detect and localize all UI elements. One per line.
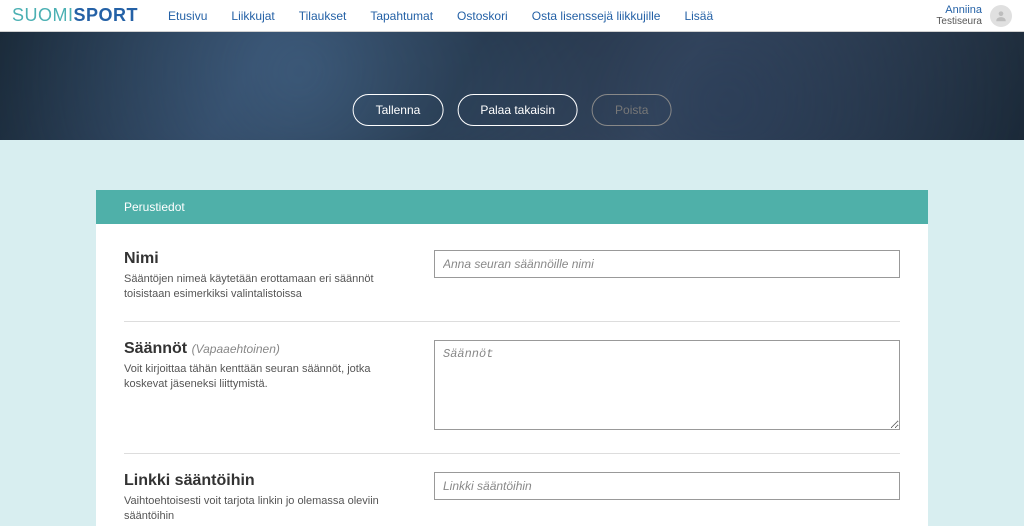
back-button[interactable]: Palaa takaisin [457,94,578,126]
field-row-link: Linkki sääntöihin Vaihtoehtoisesti voit … [124,454,900,526]
link-label: Linkki sääntöihin [124,472,404,490]
user-name: Anniina [936,4,982,16]
nav-orders[interactable]: Tilaukset [299,9,347,23]
user-org: Testiseura [936,16,982,27]
section-header: Perustiedot [96,190,928,224]
save-button[interactable]: Tallenna [353,94,444,126]
nav-home[interactable]: Etusivu [168,9,207,23]
name-input[interactable] [434,250,900,278]
link-help: Vaihtoehtoisesti voit tarjota linkin jo … [124,494,404,525]
rules-label: Säännöt (Vapaaehtoinen) [124,340,404,358]
name-label: Nimi [124,250,404,268]
nav-buy-licenses[interactable]: Osta lisenssejä liikkujille [532,9,661,23]
brand-logo[interactable]: SUOMISPORT [12,5,138,26]
rules-textarea[interactable] [434,340,900,430]
rules-optional-tag: (Vapaaehtoinen) [192,342,280,356]
nav-cart[interactable]: Ostoskori [457,9,508,23]
hero-banner: Tallenna Palaa takaisin Poista [0,32,1024,140]
top-nav: Etusivu Liikkujat Tilaukset Tapahtumat O… [168,9,713,23]
nav-events[interactable]: Tapahtumat [370,9,433,23]
avatar-icon [990,5,1012,27]
field-row-name: Nimi Sääntöjen nimeä käytetään erottamaa… [124,232,900,322]
field-row-rules: Säännöt (Vapaaehtoinen) Voit kirjoittaa … [124,322,900,454]
hero-actions: Tallenna Palaa takaisin Poista [353,94,672,126]
nav-members[interactable]: Liikkujat [231,9,274,23]
form-card: Nimi Sääntöjen nimeä käytetään erottamaa… [96,224,928,526]
topbar: SUOMISPORT Etusivu Liikkujat Tilaukset T… [0,0,1024,32]
rules-help: Voit kirjoittaa tähän kenttään seuran sä… [124,362,404,393]
delete-button[interactable]: Poista [592,94,671,126]
user-menu[interactable]: Anniina Testiseura [936,4,1012,27]
name-help: Sääntöjen nimeä käytetään erottamaan eri… [124,272,404,303]
rules-label-text: Säännöt [124,340,187,357]
section-title: Perustiedot [124,200,185,214]
nav-more[interactable]: Lisää [684,9,713,23]
page-content: Perustiedot Nimi Sääntöjen nimeä käytetä… [0,140,1024,526]
brand-part1: SUOMI [12,5,74,26]
link-input[interactable] [434,472,900,500]
brand-part2: SPORT [74,5,139,26]
